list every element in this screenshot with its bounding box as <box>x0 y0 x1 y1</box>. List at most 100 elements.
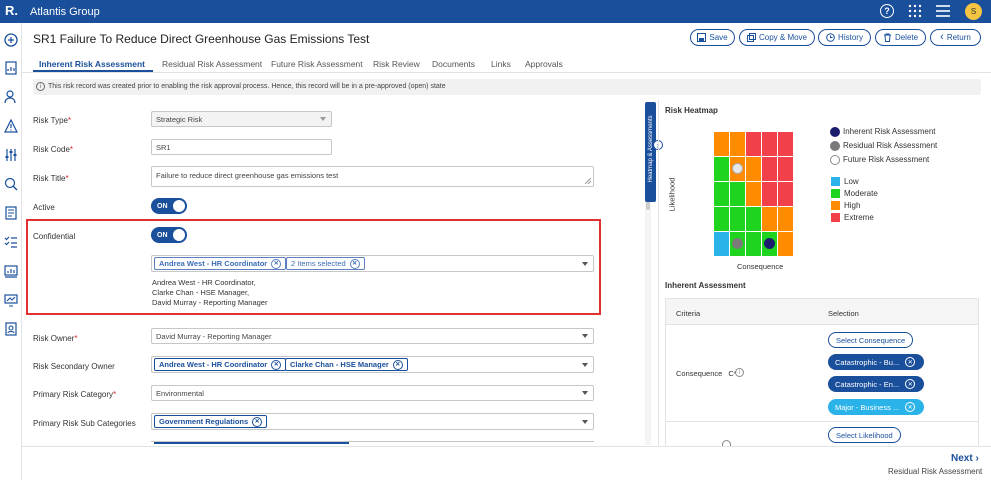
active-toggle-text: ON <box>157 202 168 210</box>
info-icon[interactable]: i <box>735 368 744 377</box>
chevron-left-icon: ‹ <box>940 31 944 43</box>
delete-label: Delete <box>894 33 919 42</box>
primary-risk-category-value: Environmental <box>156 388 204 398</box>
tab-links[interactable]: Links <box>491 59 511 69</box>
notice-text: This risk record was created prior to en… <box>48 83 446 90</box>
chevron-down-icon <box>320 117 326 121</box>
consequence-pill[interactable]: Catastrophic - Bu... ✕ <box>828 354 924 370</box>
chevron-right-icon: › <box>975 453 979 464</box>
primary-risk-category-select[interactable]: Environmental <box>151 385 594 401</box>
consequence-pill[interactable]: Major - Business ... ✕ <box>828 399 924 415</box>
items-selected-chip[interactable]: 2 Items selected ✕ <box>286 257 365 270</box>
next-field-chip-partial <box>154 442 349 444</box>
remove-pill-icon[interactable]: ✕ <box>905 379 916 389</box>
heatmap-cell-extreme <box>762 132 777 156</box>
risk-code-label: Risk Code* <box>33 145 74 154</box>
tab-risk-review[interactable]: Risk Review <box>373 59 420 69</box>
confidential-toggle[interactable]: ON <box>151 227 187 243</box>
chip-label: 2 Items selected <box>291 259 346 268</box>
inherent-assessment-title: Inherent Assessment <box>665 281 746 290</box>
heatmap-cell-extreme <box>778 132 793 156</box>
risk-owner-label: Risk Owner* <box>33 334 78 343</box>
report-icon[interactable] <box>3 205 19 221</box>
resize-handle-icon[interactable] <box>585 178 591 184</box>
side-tab-label: Heatmap & Assessments <box>648 115 654 183</box>
remove-pill-icon[interactable]: ✕ <box>905 357 916 367</box>
chip-label: Government Regulations <box>159 417 249 426</box>
help-icon[interactable]: ? <box>880 4 894 18</box>
tab-future-risk-assessment[interactable]: Future Risk Assessment <box>271 59 363 69</box>
heatmap-cell-high <box>730 132 745 156</box>
warning-icon[interactable] <box>3 118 19 134</box>
chevron-down-icon <box>582 391 588 395</box>
remove-chip-icon[interactable]: ✕ <box>252 416 263 427</box>
search-analytics-icon[interactable] <box>3 176 19 192</box>
heatmap-marker-inherent[interactable] <box>764 238 775 249</box>
save-button[interactable]: Save <box>690 29 735 46</box>
monitor-chart-icon[interactable] <box>3 292 19 308</box>
select-likelihood-button[interactable]: Select Likelihood <box>828 427 901 443</box>
risk-type-value: Strategic Risk <box>156 114 203 124</box>
risk-type-select[interactable]: Strategic Risk <box>151 111 332 127</box>
selected-user-item: David Murray - Reporting Manager <box>152 298 268 307</box>
remove-chip-icon[interactable]: ✕ <box>349 258 360 269</box>
chevron-down-icon <box>582 420 588 424</box>
checklist-icon[interactable] <box>3 234 19 250</box>
heatmap-marker-future[interactable] <box>732 163 743 174</box>
risk-code-input[interactable]: SR1 <box>151 139 332 155</box>
next-label: Next <box>951 453 973 464</box>
active-toggle[interactable]: ON <box>151 198 187 214</box>
risk-title-textarea[interactable]: Failure to reduce direct greenhouse gas … <box>151 166 594 187</box>
heatmap-cell-moderate <box>746 207 761 231</box>
heatmap-marker-residual[interactable] <box>732 238 743 249</box>
delete-button[interactable]: Delete <box>875 29 926 46</box>
remove-chip-icon[interactable]: ✕ <box>271 258 282 269</box>
document-chart-icon[interactable] <box>3 60 19 76</box>
apps-grid-icon[interactable] <box>908 4 922 18</box>
legend-future: Future Risk Assessment <box>843 155 930 164</box>
select-consequence-button[interactable]: Select Consequence <box>828 332 914 348</box>
confidential-user-chip[interactable]: Andrea West - HR Coordinator ✕ <box>154 257 287 270</box>
risk-secondary-owner-label: Risk Secondary Owner <box>33 362 115 371</box>
secondary-owner-chip[interactable]: Andrea West - HR Coordinator ✕ <box>154 358 287 371</box>
history-button[interactable]: History <box>818 29 871 46</box>
select-consequence-label: Select Consequence <box>836 335 906 345</box>
heatmap-y-axis-label: Likelihood <box>667 177 677 212</box>
pill-label: Catastrophic - En... <box>835 379 900 389</box>
remove-chip-icon[interactable]: ✕ <box>271 359 282 370</box>
consequence-pill[interactable]: Catastrophic - En... ✕ <box>828 376 924 392</box>
right-panel-divider <box>658 100 659 446</box>
user-manage-icon[interactable] <box>3 89 19 105</box>
remove-pill-icon[interactable]: ✕ <box>905 402 916 412</box>
legend-high: High <box>844 201 861 210</box>
active-label: Active <box>33 203 55 212</box>
remove-chip-icon[interactable]: ✕ <box>392 359 403 370</box>
tab-residual-risk-assessment[interactable]: Residual Risk Assessment <box>162 59 262 69</box>
top-bar: R. Atlantis Group ? S <box>0 0 991 23</box>
secondary-owner-chip[interactable]: Clarke Chan - HSE Manager ✕ <box>285 358 408 371</box>
legend-high-swatch <box>831 201 840 210</box>
sub-category-chip[interactable]: Government Regulations ✕ <box>154 415 268 428</box>
user-avatar[interactable]: S <box>965 3 982 20</box>
tab-documents[interactable]: Documents <box>432 59 475 69</box>
tab-bar-divider <box>22 72 991 73</box>
org-chart-icon[interactable] <box>3 263 19 279</box>
sliders-icon[interactable] <box>3 147 19 163</box>
add-icon[interactable] <box>3 32 19 48</box>
heatmap-cell-extreme <box>746 132 761 156</box>
legend-moderate-swatch <box>831 189 840 198</box>
history-label: History <box>838 33 863 42</box>
return-button[interactable]: ‹ Return <box>930 29 981 46</box>
heatmap-title: Risk Heatmap <box>665 106 718 115</box>
next-button[interactable]: Next › <box>951 453 979 464</box>
app-logo[interactable]: R. <box>5 3 18 18</box>
legend-extreme: Extreme <box>844 213 874 222</box>
tab-approvals[interactable]: Approvals <box>525 59 563 69</box>
risk-owner-select[interactable]: David Murray - Reporting Manager <box>151 328 594 344</box>
risk-type-label: Risk Type* <box>33 116 72 125</box>
contact-card-icon[interactable] <box>3 321 19 337</box>
hamburger-menu-icon[interactable] <box>936 5 950 17</box>
copy-move-button[interactable]: Copy & Move <box>739 29 815 46</box>
tab-inherent-risk-assessment[interactable]: Inherent Risk Assessment <box>39 59 145 69</box>
next-section-label: Residual Risk Assessment <box>888 467 983 476</box>
